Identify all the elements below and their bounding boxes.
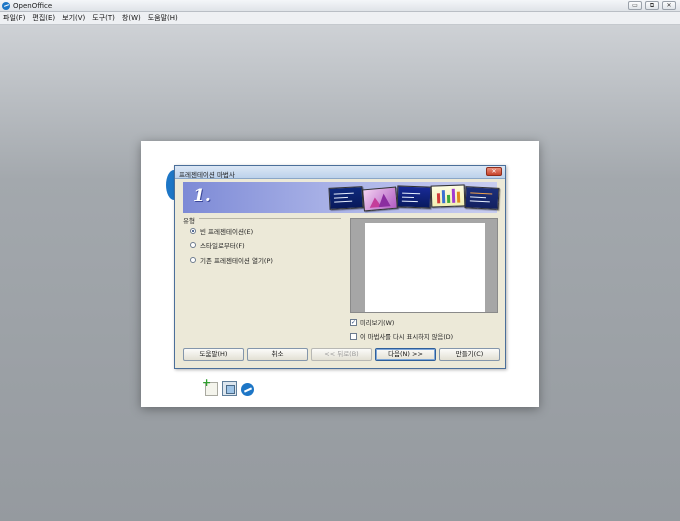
menu-help[interactable]: 도움말(H) — [148, 13, 178, 23]
openoffice-logo-icon — [2, 2, 10, 10]
section-divider — [199, 218, 341, 219]
dont-show-again-checkbox[interactable] — [350, 333, 357, 340]
minimize-button[interactable]: ▭ — [628, 1, 642, 10]
help-button[interactable]: 도움말(H) — [183, 348, 244, 361]
menu-file[interactable]: 파일(F) — [3, 13, 25, 23]
radio-button[interactable] — [190, 242, 196, 248]
preview-checkbox[interactable]: ✓ — [350, 319, 357, 326]
restore-button[interactable]: ⧉ — [645, 1, 659, 10]
back-button[interactable]: << 뒤로(B) — [311, 348, 372, 361]
dialog-close-button[interactable]: ✕ — [486, 167, 502, 176]
radio-button[interactable] — [190, 228, 196, 234]
new-document-icon[interactable] — [202, 376, 218, 396]
preview-area — [350, 218, 498, 313]
app-titlebar: OpenOffice ▭ ⧉ ✕ — [0, 0, 680, 12]
slide-thumbnail-icon — [362, 186, 398, 212]
type-section-label: 유형 — [183, 217, 195, 225]
start-center-icons — [202, 376, 254, 396]
presentation-wizard-dialog: 프레젠테이션 마법사 ✕ 1. 유형 빈 프레젠테이션(E) 스타일로부터(F)… — [174, 165, 506, 369]
menu-edit[interactable]: 편집(E) — [32, 13, 55, 23]
next-button[interactable]: 다음(N) >> — [375, 348, 436, 361]
slide-thumbnail-icon — [430, 184, 466, 208]
extensions-icon[interactable] — [241, 383, 254, 396]
slide-thumbnail-icon — [396, 185, 432, 209]
close-window-button[interactable]: ✕ — [662, 1, 676, 10]
option-label: 스타일로부터(F) — [200, 242, 245, 250]
cancel-button[interactable]: 취소 — [247, 348, 308, 361]
dialog-titlebar[interactable]: 프레젠테이션 마법사 ✕ — [175, 166, 505, 179]
preview-page — [365, 223, 485, 312]
option-label: 빈 프레젠테이션(E) — [200, 228, 254, 236]
slide-thumbnail-icon — [328, 186, 364, 210]
preview-checkbox-row[interactable]: ✓ 미리보기(W) — [350, 318, 394, 327]
templates-icon[interactable] — [222, 381, 237, 396]
option-empty-presentation[interactable]: 빈 프레젠테이션(E) — [190, 226, 253, 236]
option-from-template[interactable]: 스타일로부터(F) — [190, 240, 245, 250]
dialog-title: 프레젠테이션 마법사 — [179, 171, 235, 179]
slide-thumbnail-icon — [464, 186, 500, 210]
option-label: 기존 프레젠테이션 열기(P) — [200, 257, 273, 265]
app-title: OpenOffice — [13, 2, 53, 10]
window-controls: ▭ ⧉ ✕ — [628, 1, 676, 10]
menu-window[interactable]: 창(W) — [122, 13, 141, 23]
preview-checkbox-label: 미리보기(W) — [360, 320, 395, 327]
option-open-existing[interactable]: 기존 프레젠테이션 열기(P) — [190, 255, 273, 265]
menu-view[interactable]: 보기(V) — [62, 13, 85, 23]
radio-button[interactable] — [190, 257, 196, 263]
step-number: 1. — [193, 186, 211, 206]
dont-show-again-label: 이 마법사를 다시 표시하지 않음(D) — [360, 334, 454, 341]
dont-show-again-row[interactable]: 이 마법사를 다시 표시하지 않음(D) — [350, 332, 453, 341]
menubar: 파일(F) 편집(E) 보기(V) 도구(T) 창(W) 도움말(H) — [0, 12, 680, 25]
wizard-banner: 1. — [183, 182, 500, 213]
create-button[interactable]: 만들기(C) — [439, 348, 500, 361]
menu-tools[interactable]: 도구(T) — [92, 13, 115, 23]
